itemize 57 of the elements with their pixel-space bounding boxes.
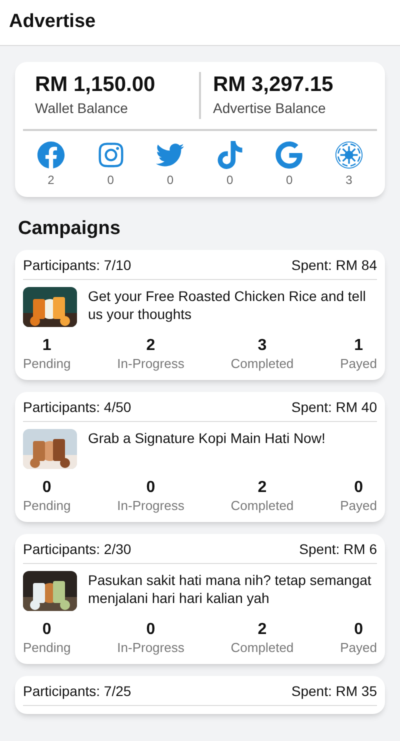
facebook-icon[interactable] — [37, 141, 65, 170]
stat-label: Completed — [230, 498, 294, 514]
stat-label: Payed — [340, 498, 377, 514]
stat-label: Payed — [340, 640, 377, 656]
stat-label: Completed — [230, 356, 294, 372]
stat-value: 2 — [258, 478, 267, 498]
stat-label: Pending — [23, 356, 71, 372]
stat-value: 3 — [258, 336, 267, 356]
balance-amount: RM 1,150.00 — [35, 72, 156, 98]
participants-count: Participants: 2/30 — [23, 540, 132, 558]
spent-amount: Spent: RM 40 — [291, 398, 377, 416]
balance-label: Wallet Balance — [35, 99, 129, 118]
participants-count: Participants: 4/50 — [23, 398, 132, 416]
instagram-icon[interactable] — [96, 141, 125, 170]
platform-count: 0 — [286, 173, 293, 188]
campaign-card[interactable]: Participants: 7/10 Spent: RM 84 Get your Free Roasted Chicken Rice and tell us your thoughts 1 Pending 2 In-Progress 3 Completed 1 Payed — [15, 250, 385, 380]
emblem-icon[interactable] — [334, 141, 363, 170]
stat-value: 1 — [42, 336, 52, 356]
spent-amount: Spent: RM 6 — [299, 540, 377, 558]
stat-label: Payed — [340, 356, 377, 372]
participants-count: Participants: 7/10 — [23, 256, 132, 274]
campaign-title: Get your Free Roasted Chicken Rice and tell us your thoughts — [88, 286, 367, 324]
page-title: Advertise — [9, 10, 96, 34]
spent-amount: Spent: RM 84 — [291, 256, 377, 274]
stat-label: In-Progress — [117, 640, 184, 656]
stat-value: 0 — [146, 620, 156, 640]
bird-icon[interactable] — [156, 141, 184, 170]
google-icon[interactable] — [275, 141, 304, 170]
balance-label: Advertise Balance — [213, 99, 327, 118]
spent-amount: Spent: RM 35 — [291, 682, 377, 700]
campaign-card[interactable]: Participants: 7/25 Spent: RM 35 — [15, 676, 385, 714]
stat-value: 0 — [42, 620, 52, 640]
campaign-title: Pasukan sakit hati mana nih? tetap semangat menjalani hari hari kalian yah — [88, 570, 372, 608]
stat-value: 0 — [42, 478, 52, 498]
platform-count: 0 — [107, 173, 114, 188]
stat-value: 0 — [146, 478, 156, 498]
stat-value: 0 — [354, 620, 363, 640]
campaign-card[interactable]: Participants: 4/50 Spent: RM 40 Grab a Signature Kopi Main Hati Now! 0 Pending 0 In-Progress 2 Completed 0 Payed — [15, 392, 385, 522]
stat-label: In-Progress — [117, 498, 184, 514]
participants-count: Participants: 7/25 — [23, 682, 132, 700]
campaign-title: Grab a Signature Kopi Main Hati Now! — [88, 428, 326, 448]
platform-count: 3 — [346, 173, 352, 188]
stat-value: 2 — [146, 336, 156, 356]
platform-count: 0 — [166, 173, 174, 188]
stat-label: In-Progress — [117, 356, 184, 372]
stat-value: 1 — [354, 336, 363, 356]
stat-label: Pending — [23, 640, 71, 656]
balance-amount: RM 3,297.15 — [213, 72, 334, 98]
section-title: Campaigns — [18, 218, 120, 240]
stat-value: 0 — [354, 478, 363, 498]
platform-count: 0 — [226, 173, 234, 188]
stat-label: Pending — [23, 498, 71, 514]
stat-label: Completed — [230, 640, 294, 656]
platform-count: 2 — [48, 173, 54, 188]
stat-value: 2 — [258, 620, 267, 640]
tiktok-icon[interactable] — [216, 141, 244, 170]
campaign-card[interactable]: Participants: 2/30 Spent: RM 6 Pasukan sakit hati mana nih? tetap semangat menjalani hari hari kalian yah 0 Pending 0 In-Progress 2 Completed 0 Payed — [15, 534, 385, 664]
